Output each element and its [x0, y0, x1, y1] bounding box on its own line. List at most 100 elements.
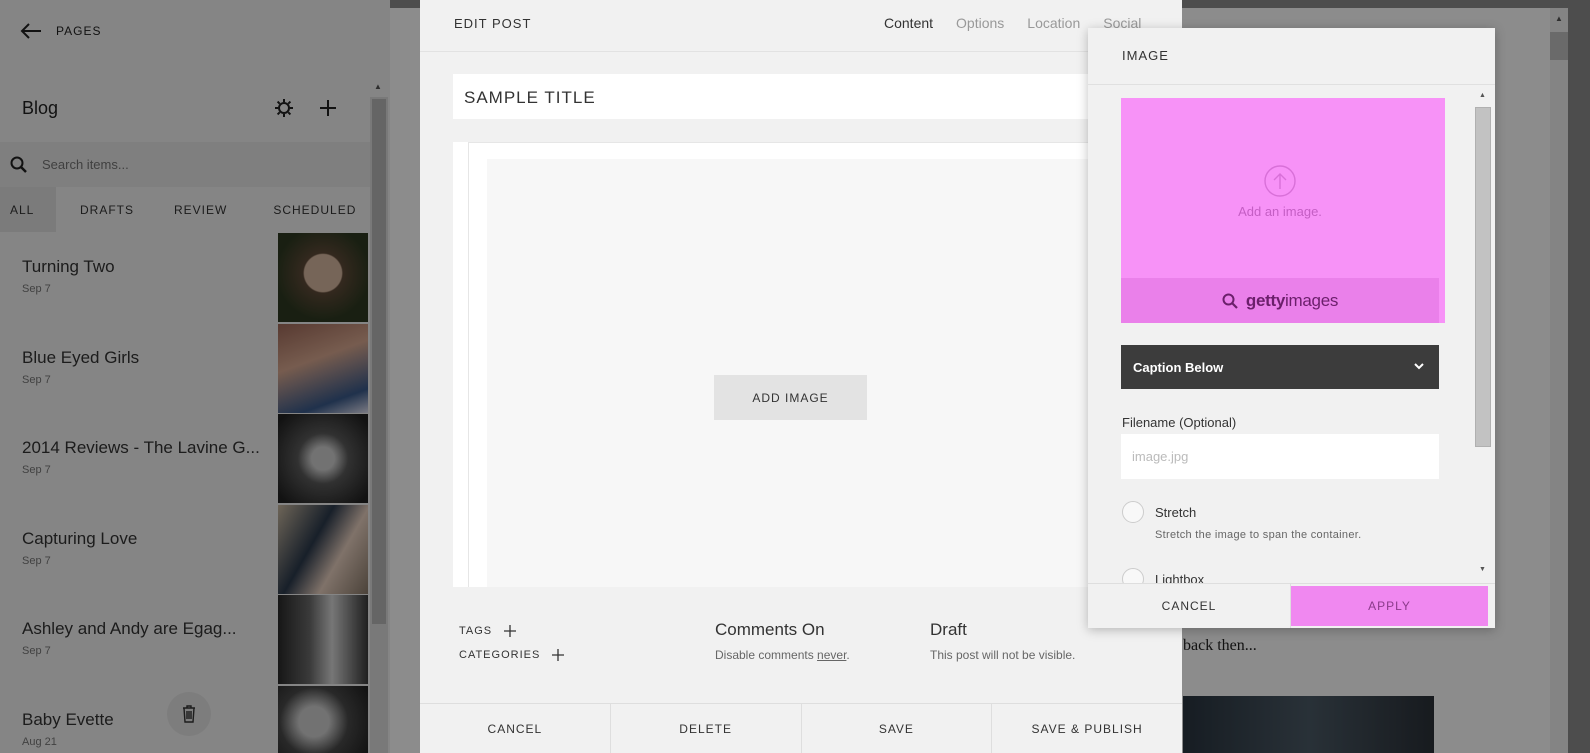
page-scrollbar[interactable]: ▲ — [1550, 8, 1568, 753]
search-input[interactable] — [42, 157, 332, 172]
status-text: This post will not be visible. — [930, 648, 1076, 662]
list-item[interactable]: Blue Eyed Girls Sep 7 — [0, 323, 370, 415]
post-thumbnail — [278, 233, 368, 322]
list-item[interactable]: Turning Two Sep 7 — [0, 233, 370, 324]
sidebar-scrollbar[interactable] — [370, 97, 388, 753]
status-heading: Draft — [930, 620, 967, 639]
plus-icon[interactable] — [552, 649, 565, 661]
post-thumbnail — [278, 504, 368, 594]
tab-options[interactable]: Options — [956, 15, 1004, 31]
post-date: Sep 7 — [22, 554, 51, 567]
filter-tabs: ALL DRAFTS REVIEW SCHEDULED — [0, 187, 370, 232]
back-to-pages[interactable]: PAGES — [20, 20, 101, 42]
caption-position-select[interactable]: Caption Below — [1121, 345, 1439, 389]
preview-text: back then... — [1183, 637, 1257, 654]
post-date: Sep 7 — [22, 464, 51, 476]
post-date: Sep 7 — [22, 373, 51, 386]
image-dialog-title: IMAGE — [1122, 48, 1169, 63]
search-icon — [1222, 293, 1238, 309]
post-title: Ashley and Andy are Egag... — [22, 619, 237, 638]
filename-input[interactable] — [1121, 434, 1439, 479]
tags-row[interactable]: TAGS — [459, 625, 517, 637]
getty-images-logo: gettyimages — [1245, 290, 1339, 310]
post-thumbnail — [278, 323, 368, 413]
dialog-header: EDIT POST Content Options Location Socia… — [420, 0, 1182, 52]
content-editor[interactable]: ADD IMAGE — [453, 142, 1153, 587]
post-thumbnail — [278, 414, 368, 503]
caption-select-value: Caption Below — [1133, 359, 1224, 375]
scrollbar-thumb[interactable] — [372, 99, 386, 624]
arrow-left-icon — [20, 23, 41, 39]
post-title: 2014 Reviews - The Lavine G... — [22, 438, 260, 457]
image-block[interactable]: ADD IMAGE — [487, 159, 1147, 587]
scroll-up-arrow-icon[interactable]: ▲ — [1479, 92, 1486, 99]
post-title-input[interactable]: SAMPLE TITLE — [453, 74, 1153, 119]
comments-never-link[interactable]: never — [817, 648, 846, 662]
left-panel: PAGES Blog ALL DRAFTS REVIEW SCHEDULED T… — [0, 0, 390, 753]
comments-text-prefix: Disable comments — [715, 648, 818, 662]
categories-row[interactable]: CATEGORIES — [459, 649, 565, 661]
cancel-button[interactable]: CANCEL — [1088, 584, 1291, 628]
filter-tab-all[interactable]: ALL — [0, 187, 56, 232]
image-dialog-scrollbar[interactable]: ▲ ▼ — [1474, 90, 1492, 580]
filter-tab-review[interactable]: REVIEW — [164, 187, 237, 232]
status-setting[interactable]: Draft This post will not be visible. — [930, 620, 1075, 662]
image-dialog-header: IMAGE — [1088, 28, 1495, 85]
trash-icon — [183, 705, 195, 723]
stretch-radio[interactable] — [1122, 501, 1144, 523]
list-item[interactable]: 2014 Reviews - The Lavine G... Sep 7 — [0, 414, 370, 505]
comments-setting: Comments On Disable comments never. — [715, 620, 850, 662]
gear-icon[interactable] — [274, 98, 294, 118]
tab-content[interactable]: Content — [884, 15, 933, 31]
comments-text: Disable comments never. — [715, 648, 850, 662]
save-button[interactable]: SAVE — [802, 704, 993, 753]
filename-label: Filename (Optional) — [1122, 415, 1237, 430]
list-item[interactable]: Ashley and Andy are Egag... Sep 7 — [0, 595, 370, 686]
scroll-up-arrow-icon[interactable]: ▲ — [374, 82, 382, 91]
post-list: Turning Two Sep 7 Blue Eyed Girls Sep 7 … — [0, 233, 370, 753]
tags-label: TAGS — [459, 625, 493, 637]
add-image-text: Add an image. — [1238, 204, 1322, 219]
tab-location[interactable]: Location — [1027, 15, 1080, 31]
getty-images-search[interactable]: gettyimages — [1121, 278, 1439, 323]
list-item[interactable]: Capturing Love Sep 7 — [0, 504, 370, 596]
comments-heading: Comments On — [715, 620, 825, 639]
post-title: Turning Two — [22, 257, 115, 276]
add-image-button[interactable]: ADD IMAGE — [714, 375, 867, 420]
search-icon — [10, 156, 27, 173]
post-title: Blue Eyed Girls — [22, 347, 140, 367]
image-dialog-footer: CANCEL APPLY — [1088, 583, 1495, 628]
scrollbar-thumb[interactable] — [1475, 107, 1491, 447]
edit-post-dialog: EDIT POST Content Options Location Socia… — [420, 0, 1182, 753]
filter-tab-drafts[interactable]: DRAFTS — [70, 187, 144, 232]
filter-tab-scheduled[interactable]: SCHEDULED — [263, 187, 366, 232]
upload-icon — [1264, 165, 1296, 197]
delete-button[interactable] — [167, 692, 211, 736]
scrollbar-thumb[interactable] — [1550, 32, 1568, 60]
back-label: PAGES — [56, 24, 102, 38]
dialog-title: EDIT POST — [454, 16, 532, 31]
apply-button[interactable]: APPLY — [1291, 586, 1488, 626]
post-date: Aug 21 — [22, 735, 57, 748]
plus-icon[interactable] — [504, 625, 517, 637]
sidebar-title: Blog — [22, 98, 59, 118]
comments-text-suffix: . — [846, 648, 850, 662]
cancel-button[interactable]: CANCEL — [420, 704, 611, 753]
save-publish-button[interactable]: SAVE & PUBLISH — [992, 704, 1182, 753]
scroll-up-arrow-icon[interactable]: ▲ — [1555, 14, 1563, 23]
chevron-down-icon — [1414, 363, 1424, 370]
preview-image — [1183, 696, 1434, 753]
add-item-icon[interactable] — [318, 98, 338, 118]
post-title: Capturing Love — [22, 528, 138, 548]
post-thumbnail — [278, 685, 368, 753]
stretch-description: Stretch the image to span the container. — [1155, 529, 1362, 541]
dialog-footer: CANCEL DELETE SAVE SAVE & PUBLISH — [420, 703, 1182, 753]
scroll-down-arrow-icon[interactable]: ▼ — [1479, 566, 1486, 573]
search-bar — [0, 142, 370, 187]
post-thumbnail — [278, 595, 368, 684]
image-drop-zone[interactable]: Add an image. gettyimages — [1121, 98, 1445, 323]
stretch-label: Stretch — [1155, 505, 1197, 520]
post-title: Baby Evette — [22, 709, 114, 729]
delete-post-button[interactable]: DELETE — [611, 704, 802, 753]
categories-label: CATEGORIES — [459, 649, 541, 661]
